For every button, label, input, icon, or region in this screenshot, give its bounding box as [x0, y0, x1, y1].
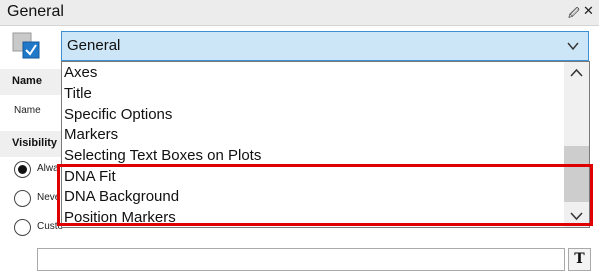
chevron-down-icon[interactable] — [564, 205, 589, 227]
dropdown-item-position-markers[interactable]: Position Markers — [64, 207, 559, 228]
name-label: Name — [14, 105, 41, 116]
dropdown-item-markers[interactable]: Markers — [64, 124, 559, 145]
dropdown-item-selecting-text-boxes[interactable]: Selecting Text Boxes on Plots — [64, 145, 559, 166]
dropdown-item-dna-background[interactable]: DNA Background — [64, 186, 559, 207]
panel-title: General — [7, 3, 64, 20]
radio-always-label: Alwa — [37, 163, 59, 174]
name-group-header: Name — [0, 69, 62, 95]
visibility-group-header: Visibility — [0, 131, 62, 157]
chevron-up-icon[interactable] — [564, 62, 589, 84]
text-format-button[interactable]: T — [568, 248, 591, 271]
close-icon[interactable]: ✕ — [583, 3, 594, 19]
dropdown-item-title[interactable]: Title — [64, 83, 559, 104]
section-dropdown[interactable]: General — [61, 31, 589, 61]
dropdown-item-dna-fit[interactable]: DNA Fit — [64, 166, 559, 187]
radio-always[interactable] — [14, 161, 31, 178]
dropdown-item-specific-options[interactable]: Specific Options — [64, 104, 559, 125]
radio-never-label: Neve — [37, 192, 61, 203]
radio-custom[interactable] — [14, 219, 31, 236]
properties-panel: General 🖉 ✕ General Name Name Visibility… — [0, 0, 599, 277]
custom-expression-input[interactable] — [37, 248, 565, 271]
pin-icon[interactable]: 🖉 — [568, 5, 580, 24]
radio-never[interactable] — [14, 190, 31, 207]
scrollbar-thumb[interactable] — [564, 146, 589, 202]
dropdown-item-axes[interactable]: Axes — [64, 62, 559, 83]
panel-titlebar: General 🖉 ✕ — [0, 0, 599, 26]
radio-custom-label: Custo — [37, 221, 64, 232]
page-checkbox-icon — [12, 32, 40, 59]
section-dropdown-value: General — [67, 37, 121, 54]
dropdown-scrollbar[interactable] — [564, 62, 589, 227]
chevron-down-icon[interactable] — [566, 39, 580, 53]
section-dropdown-list: Axes Title Specific Options Markers Sele… — [61, 61, 590, 228]
